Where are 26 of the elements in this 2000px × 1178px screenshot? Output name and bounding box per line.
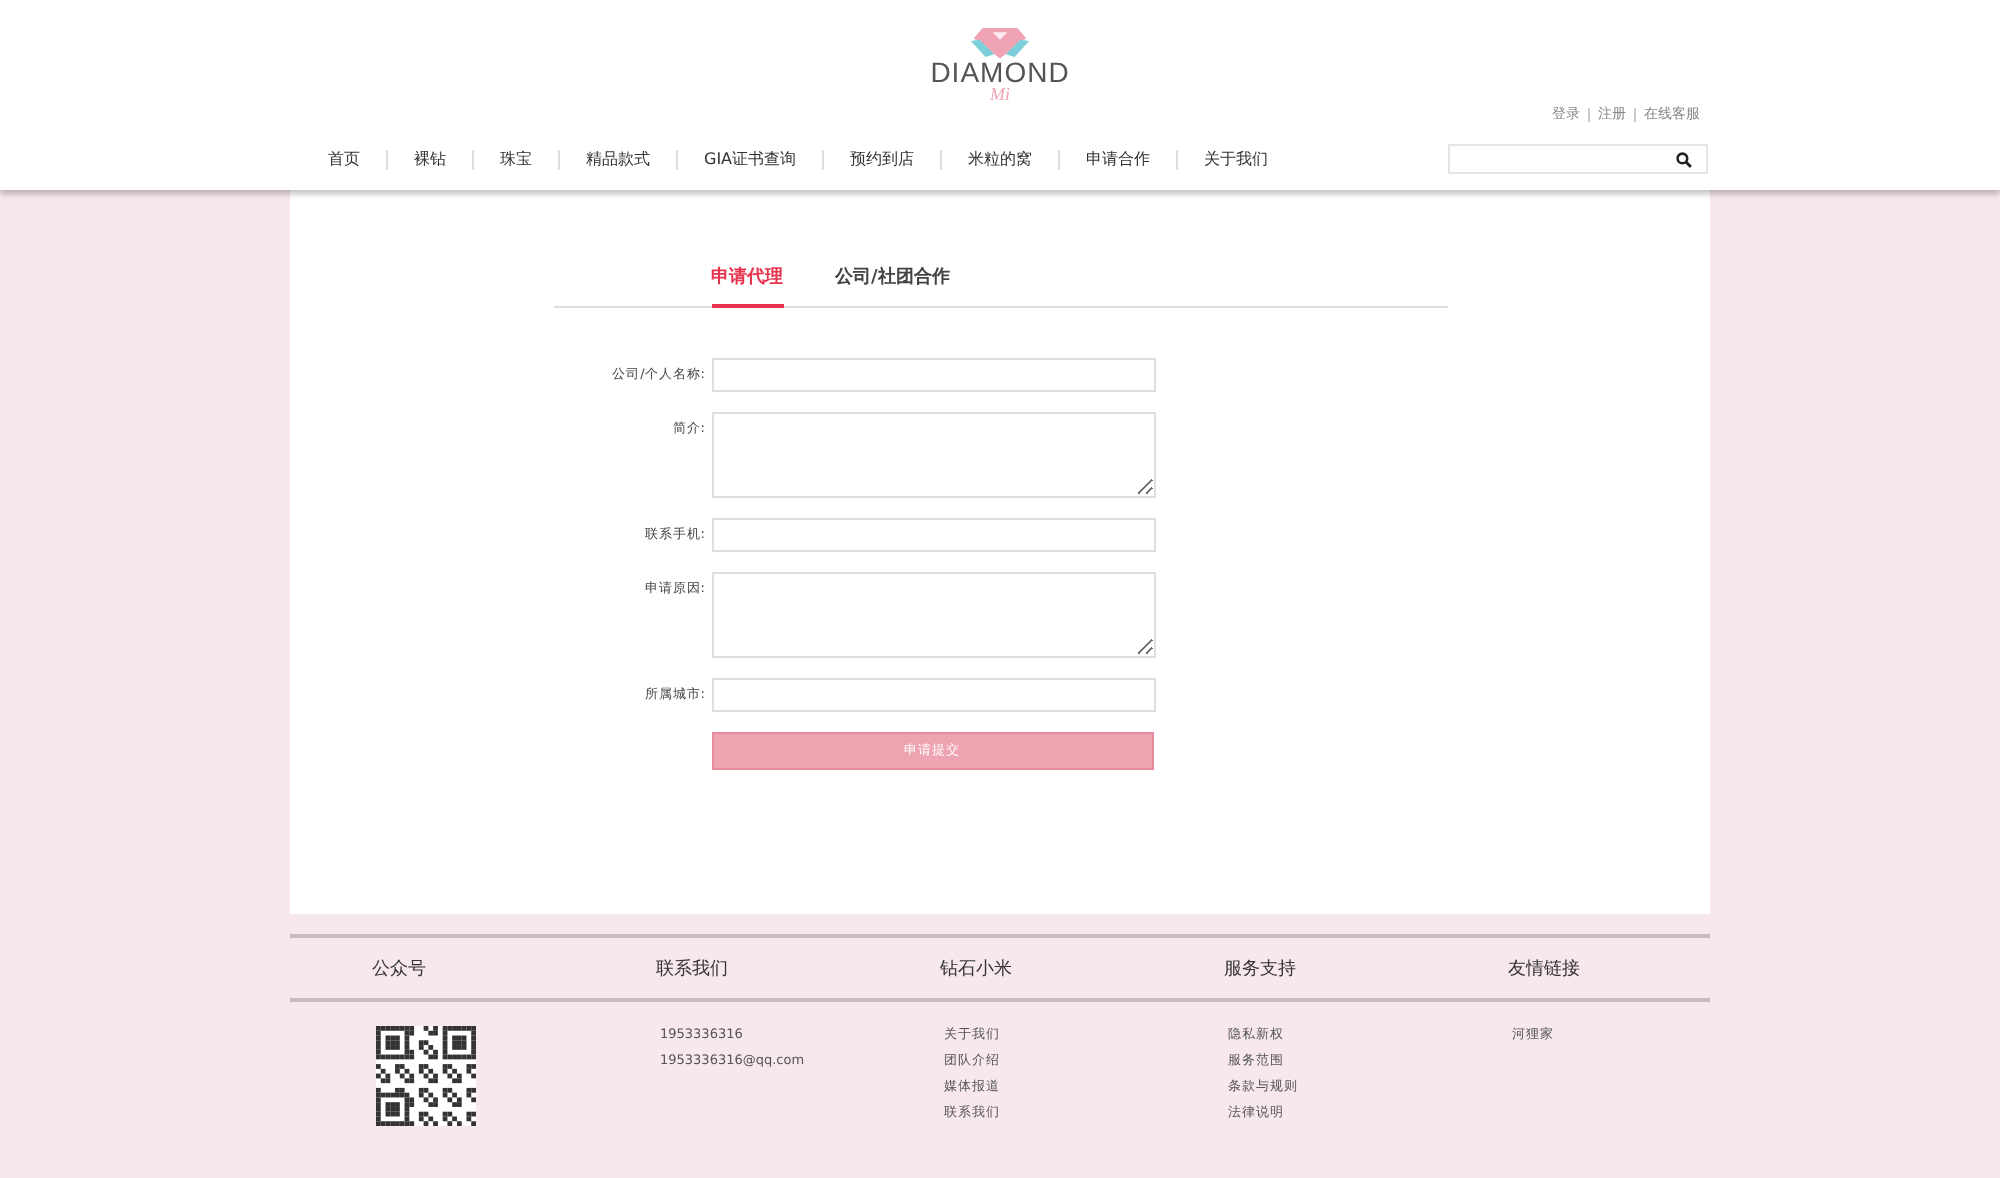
nav-item[interactable]: 米粒的窝 [942,148,1059,170]
input-field[interactable] [711,518,1155,552]
nav-item[interactable]: 珠宝 [474,148,558,170]
nav-item[interactable]: GIA证书查询 [678,148,823,170]
search-field[interactable] [1448,144,1708,174]
input-field[interactable] [711,678,1155,712]
input-field[interactable] [711,358,1155,392]
nav-item[interactable]: 精品款式 [560,148,676,170]
nav-item[interactable]: 申请合作 [1060,148,1177,170]
logo-script-text: Mi [990,86,1010,104]
tab[interactable]: 申请代理 [711,264,783,308]
nav-item[interactable]: 裸钻 [388,148,472,170]
nav-item[interactable]: 关于我们 [1178,148,1295,170]
footer-heading: 服务支持 [1222,957,1298,981]
qr-code-icon [376,1026,476,1126]
footer-heading: 友情链接 [1506,957,1582,981]
search-icon[interactable] [1676,151,1692,167]
footer-heading: 联系我们 [654,957,730,981]
footer-heading: 公众号 [370,957,428,981]
nav-item[interactable]: 预约到店 [824,148,941,170]
text-area[interactable] [711,572,1155,658]
nav-item[interactable]: 首页 [300,148,386,170]
tab[interactable]: 公司/社团合作 [835,264,950,308]
footer-heading: 钻石小米 [938,957,1014,981]
logo-text: DIAMOND [930,60,1070,86]
text-area[interactable] [711,412,1155,498]
